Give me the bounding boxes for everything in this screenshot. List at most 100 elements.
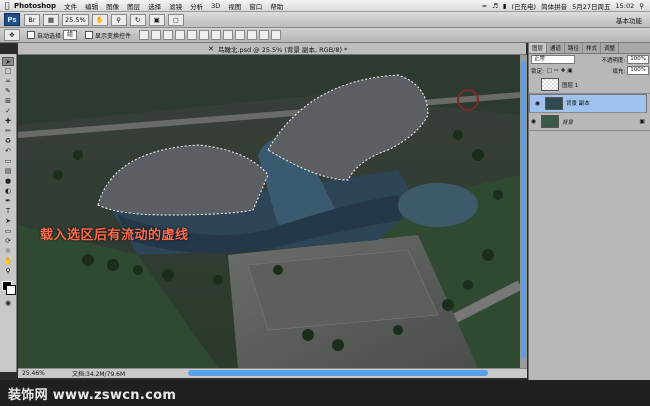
distribute-top-icon[interactable] <box>211 30 222 40</box>
lock-pixels-icon[interactable]: ✏ <box>554 68 559 74</box>
align-bottom-icon[interactable] <box>163 30 174 40</box>
distribute-center-icon[interactable] <box>259 30 270 40</box>
align-middle-icon[interactable] <box>151 30 162 40</box>
history-brush-tool-icon[interactable]: ↶ <box>2 147 14 156</box>
crop-tool-icon[interactable]: ⊞ <box>2 97 14 106</box>
document-size-info[interactable]: 文档:34.2M/79.6M <box>72 369 125 378</box>
shape-tool-icon[interactable]: ▭ <box>2 227 14 236</box>
tab-styles[interactable]: 样式 <box>583 43 602 53</box>
type-tool-icon[interactable]: T <box>2 207 14 216</box>
volume-icon[interactable]: ♬ <box>492 2 498 10</box>
close-document-icon[interactable]: ✕ <box>208 45 214 53</box>
tab-adjustments[interactable]: 调整 <box>601 43 620 53</box>
vertical-scroll-thumb[interactable] <box>521 61 526 359</box>
menu-view[interactable]: 视图 <box>228 1 241 11</box>
path-selection-tool-icon[interactable]: ➤ <box>2 217 14 226</box>
move-tool-preset-icon[interactable]: ✥ <box>4 29 20 41</box>
align-center-icon[interactable] <box>187 30 198 40</box>
menu-extras: ≈ ♬ ▮ (已充电) 简体拼音 5月27日周五 15:02 ⚲ <box>482 1 650 11</box>
menu-filter[interactable]: 滤镜 <box>169 1 182 11</box>
workspace-switcher[interactable]: 基本功能 <box>616 15 642 25</box>
clock-date[interactable]: 5月27日周五 <box>572 1 610 11</box>
document-title: 鸟瞰北.psd @ 25.5% (背景 副本, RGB/8) * <box>217 45 348 54</box>
lasso-tool-icon[interactable]: ∞ <box>2 77 14 86</box>
tab-paths[interactable]: 路径 <box>565 43 584 53</box>
hand-tool-panel-icon[interactable]: ✋ <box>2 257 14 266</box>
layer-row-selected[interactable]: ◉ 背景 副本 <box>529 94 647 113</box>
blend-mode-dropdown[interactable]: 正常 <box>531 55 575 64</box>
show-transform-checkbox[interactable] <box>85 31 94 39</box>
lock-all-icon[interactable]: ▣ <box>567 68 572 74</box>
document-canvas[interactable] <box>18 55 520 368</box>
gradient-tool-icon[interactable]: ▤ <box>2 167 14 176</box>
auto-select-checkbox[interactable] <box>27 31 35 39</box>
menu-file[interactable]: 文件 <box>64 1 77 11</box>
menu-image[interactable]: 图像 <box>106 1 119 11</box>
horizontal-scrollbar[interactable] <box>188 370 488 376</box>
quick-select-tool-icon[interactable]: ✎ <box>2 87 14 96</box>
zoom-tool-panel-icon[interactable]: ⚲ <box>2 267 14 276</box>
menu-analysis[interactable]: 分析 <box>190 1 203 11</box>
distribute-middle-icon[interactable] <box>223 30 234 40</box>
menu-window[interactable]: 窗口 <box>249 1 262 11</box>
spotlight-icon[interactable]: ⚲ <box>639 2 644 10</box>
layer-name[interactable]: 图层 1 <box>562 81 578 89</box>
clock-time[interactable]: 15:02 <box>616 2 635 10</box>
arrange-documents-icon[interactable]: ▣ <box>148 13 165 26</box>
layer-row[interactable]: 图层 1 <box>529 76 650 94</box>
menu-edit[interactable]: 编辑 <box>85 1 98 11</box>
rotate-view-icon[interactable]: ↻ <box>129 13 146 26</box>
clone-stamp-tool-icon[interactable]: ♻ <box>2 137 14 146</box>
battery-icon[interactable]: ▮ <box>503 2 507 10</box>
align-left-icon[interactable] <box>175 30 186 40</box>
distribute-left-icon[interactable] <box>247 30 258 40</box>
input-method-indicator[interactable]: 简体拼音 <box>541 1 567 11</box>
fill-field[interactable]: 100% <box>627 66 649 75</box>
pen-tool-icon[interactable]: ✒ <box>2 197 14 206</box>
blur-tool-icon[interactable]: ● <box>2 177 14 186</box>
hand-tool-icon[interactable]: ✋ <box>91 13 108 26</box>
distribute-bottom-icon[interactable] <box>235 30 246 40</box>
auto-select-dropdown[interactable]: 组 <box>63 30 78 40</box>
tab-layers[interactable]: 图层 <box>529 43 548 53</box>
document-tab[interactable]: ✕ 鸟瞰北.psd @ 25.5% (背景 副本, RGB/8) * <box>18 43 526 55</box>
visibility-eye-icon[interactable]: ◉ <box>529 118 538 125</box>
layer-name[interactable]: 背景 <box>562 118 573 126</box>
marquee-tool-icon[interactable]: □ <box>2 67 14 76</box>
opacity-field[interactable]: 100% <box>627 55 649 64</box>
wifi-icon[interactable]: ≈ <box>482 2 487 10</box>
layer-name[interactable]: 背景 副本 <box>566 100 590 108</box>
brush-tool-icon[interactable]: ✏ <box>2 127 14 136</box>
menu-select[interactable]: 选择 <box>148 1 161 11</box>
healing-brush-tool-icon[interactable]: ✚ <box>2 117 14 126</box>
align-right-icon[interactable] <box>199 30 210 40</box>
lock-transparency-icon[interactable]: □ <box>547 68 552 74</box>
app-menu-photoshop[interactable]: Photoshop <box>14 2 56 10</box>
tab-channels[interactable]: 通道 <box>547 43 566 53</box>
menu-3d[interactable]: 3D <box>211 2 220 10</box>
layer-row[interactable]: ◉ 背景 ▣ <box>529 113 650 131</box>
lock-position-icon[interactable]: ✚ <box>561 68 566 74</box>
view-extras-button[interactable]: ▦ <box>43 13 59 26</box>
zoom-tool-icon[interactable]: ⚲ <box>110 13 127 26</box>
eyedropper-tool-icon[interactable]: ✓ <box>2 107 14 116</box>
bridge-button[interactable]: Br <box>24 13 40 26</box>
status-zoom-field[interactable]: 25.46% <box>18 370 52 377</box>
menu-layer[interactable]: 图层 <box>127 1 140 11</box>
menu-help[interactable]: 帮助 <box>270 1 283 11</box>
apple-menu-icon[interactable]:  <box>0 1 14 10</box>
3d-rotate-tool-icon[interactable]: ⟳ <box>2 237 14 246</box>
align-top-icon[interactable] <box>139 30 150 40</box>
zoom-level-dropdown[interactable]: 25.5% <box>62 13 89 26</box>
quick-mask-icon[interactable]: ◉ <box>2 299 14 308</box>
background-color-swatch[interactable] <box>5 285 16 295</box>
dodge-tool-icon[interactable]: ◐ <box>2 187 14 196</box>
3d-camera-tool-icon[interactable]: ☼ <box>2 247 14 256</box>
eraser-tool-icon[interactable]: ▭ <box>2 157 14 166</box>
color-swatches[interactable] <box>1 281 16 295</box>
move-tool-icon[interactable]: ➤ <box>2 57 14 66</box>
distribute-right-icon[interactable] <box>271 30 282 40</box>
screen-mode-icon[interactable]: ▢ <box>167 13 184 26</box>
visibility-eye-icon[interactable]: ◉ <box>533 100 542 108</box>
vertical-scrollbar[interactable] <box>520 55 527 368</box>
